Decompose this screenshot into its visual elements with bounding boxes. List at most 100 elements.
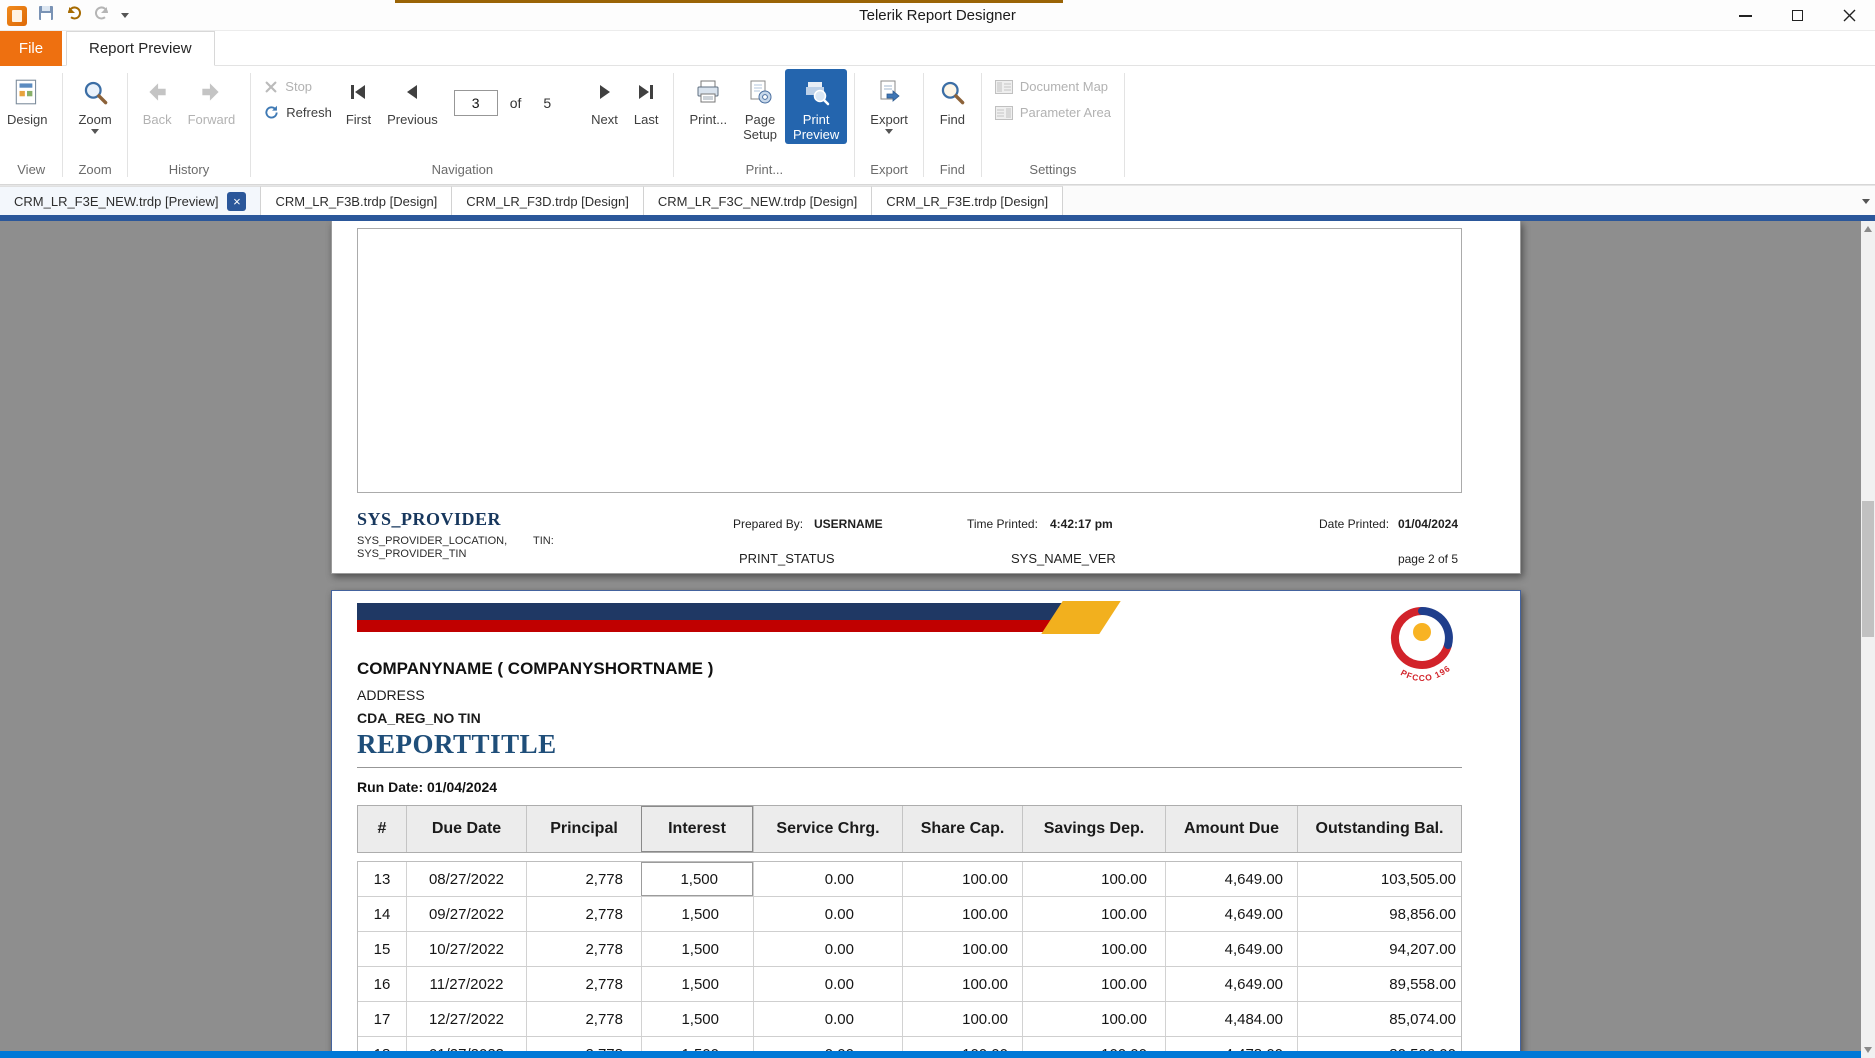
last-page-button[interactable]: Last (626, 69, 667, 129)
document-map-button[interactable]: Document Map (995, 79, 1111, 94)
refresh-button[interactable]: Refresh (264, 105, 332, 120)
table-cell: 85,074.00 (1297, 1002, 1461, 1036)
date-printed-value: 01/04/2024 (1398, 517, 1458, 531)
doc-tab-crm-lr-f3d-design[interactable]: CRM_LR_F3D.trdp [Design] (452, 186, 644, 215)
table-cell: 09/27/2022 (406, 897, 526, 931)
stop-button[interactable]: Stop (264, 79, 332, 94)
page-navigation-box: of 5 (454, 69, 569, 137)
undo-icon[interactable] (65, 4, 83, 27)
document-map-label: Document Map (1020, 79, 1108, 94)
first-button-label: First (346, 112, 371, 127)
ribbon-group-print: Print... PageSetup PrintPreview Print... (674, 66, 854, 184)
vertical-scrollbar[interactable] (1861, 221, 1875, 1058)
table-cell: 0.00 (753, 862, 902, 896)
company-name: COMPANYNAME ( COMPANYSHORTNAME ) (357, 659, 713, 679)
next-page-button[interactable]: Next (583, 69, 626, 129)
first-page-button[interactable]: First (338, 69, 379, 129)
ribbon-group-navigation: Stop Refresh First Previous (251, 66, 673, 184)
title-divider (357, 767, 1462, 768)
scrollbar-up-icon[interactable] (1864, 226, 1872, 232)
table-cell: 11/27/2022 (406, 967, 526, 1001)
doc-tab-crm-lr-f3e-new-preview[interactable]: CRM_LR_F3E_NEW.trdp [Preview] × (0, 186, 261, 215)
back-button[interactable]: Back (135, 69, 180, 129)
export-caret-icon (885, 129, 893, 134)
quickaccess-caret-icon[interactable] (121, 13, 129, 18)
table-header-cell: Savings Dep. (1022, 806, 1165, 852)
table-cell: 100.00 (1022, 932, 1165, 966)
table-cell: 4,649.00 (1165, 967, 1297, 1001)
previous-button-label: Previous (387, 112, 438, 127)
report-preview-area[interactable]: SYS_PROVIDER SYS_PROVIDER_LOCATION, SYS_… (0, 221, 1861, 1058)
schedule-table-body: 1308/27/20222,7781,5000.00100.00100.004,… (357, 861, 1462, 1058)
scrollbar-down-icon[interactable] (1864, 1047, 1872, 1053)
maximize-button[interactable] (1771, 0, 1823, 31)
print-preview-button[interactable]: PrintPreview (785, 69, 847, 144)
table-cell: 2,778 (526, 897, 641, 931)
table-cell: 100.00 (902, 1002, 1022, 1036)
refresh-icon (264, 105, 279, 120)
sys-name-ver: SYS_NAME_VER (1011, 551, 1116, 566)
doc-tab-label: CRM_LR_F3E_NEW.trdp [Preview] (14, 194, 218, 209)
forward-button-label: Forward (188, 112, 236, 127)
ribbon-group-view: Design View (0, 66, 62, 184)
app-icon[interactable] (7, 6, 27, 26)
print-preview-label-line2: Preview (793, 127, 839, 142)
group-label-history: History (128, 159, 251, 184)
table-cell: 0.00 (753, 897, 902, 931)
table-cell: 100.00 (902, 862, 1022, 896)
window-title: Telerik Report Designer (859, 0, 1016, 31)
table-cell: 94,207.00 (1297, 932, 1461, 966)
tab-close-icon[interactable]: × (227, 192, 246, 211)
prepared-by-value: USERNAME (814, 517, 883, 531)
table-cell: 100.00 (1022, 862, 1165, 896)
provider-location: SYS_PROVIDER_LOCATION, (357, 535, 507, 547)
refresh-button-label: Refresh (286, 105, 332, 120)
forward-button[interactable]: Forward (180, 69, 244, 129)
file-tab[interactable]: File (0, 31, 62, 66)
doc-tab-crm-lr-f3c-new-design[interactable]: CRM_LR_F3C_NEW.trdp [Design] (644, 186, 872, 215)
design-button[interactable]: Design (0, 69, 55, 129)
find-icon (939, 75, 966, 109)
page-number-input[interactable] (454, 90, 498, 116)
doc-tab-crm-lr-f3e-design[interactable]: CRM_LR_F3E.trdp [Design] (872, 186, 1063, 215)
prepared-by-label: Prepared By: (733, 517, 803, 531)
table-cell: 10/27/2022 (406, 932, 526, 966)
export-button[interactable]: Export (862, 69, 916, 136)
ribbon-group-settings: Document Map Parameter Area Settings (982, 66, 1124, 184)
table-cell: 2,778 (526, 862, 641, 896)
page-setup-button[interactable]: PageSetup (735, 69, 785, 144)
ribbon-group-zoom: Zoom Zoom (63, 66, 126, 184)
tab-report-preview[interactable]: Report Preview (66, 31, 215, 66)
find-button[interactable]: Find (931, 69, 974, 129)
doc-tabs-chevron-icon[interactable] (1862, 186, 1870, 216)
table-cell: 1,500 (641, 1002, 753, 1036)
print-button-label: Print... (689, 112, 727, 127)
provider-name: SYS_PROVIDER (357, 509, 501, 530)
previous-page-button[interactable]: Previous (379, 69, 446, 129)
table-cell: 0.00 (753, 1002, 902, 1036)
ribbon: Design View Zoom Zoom Back (0, 66, 1875, 185)
stop-button-label: Stop (285, 79, 312, 94)
minimize-button[interactable] (1719, 0, 1771, 31)
total-pages-label: 5 (543, 95, 551, 111)
table-row: 1409/27/20222,7781,5000.00100.00100.004,… (358, 897, 1461, 932)
table-cell: 100.00 (1022, 897, 1165, 931)
close-button[interactable] (1823, 0, 1875, 31)
redo-icon[interactable] (93, 4, 111, 27)
table-cell: 2,778 (526, 1002, 641, 1036)
parameter-area-button[interactable]: Parameter Area (995, 105, 1111, 120)
back-icon (144, 75, 170, 109)
table-header-cell: Share Cap. (902, 806, 1022, 852)
scrollbar-thumb[interactable] (1862, 501, 1874, 637)
print-button[interactable]: Print... (681, 69, 735, 129)
design-icon (12, 75, 42, 109)
zoom-button[interactable]: Zoom (70, 69, 119, 136)
doc-tab-crm-lr-f3b-design[interactable]: CRM_LR_F3B.trdp [Design] (261, 186, 452, 215)
table-cell: 2,778 (526, 932, 641, 966)
provider-tin: SYS_PROVIDER_TIN (357, 548, 466, 560)
table-cell: 2,778 (526, 967, 641, 1001)
first-icon (346, 75, 370, 109)
close-icon (1843, 9, 1856, 22)
save-icon[interactable] (37, 4, 55, 27)
page-setup-label-line2: Setup (743, 127, 777, 142)
